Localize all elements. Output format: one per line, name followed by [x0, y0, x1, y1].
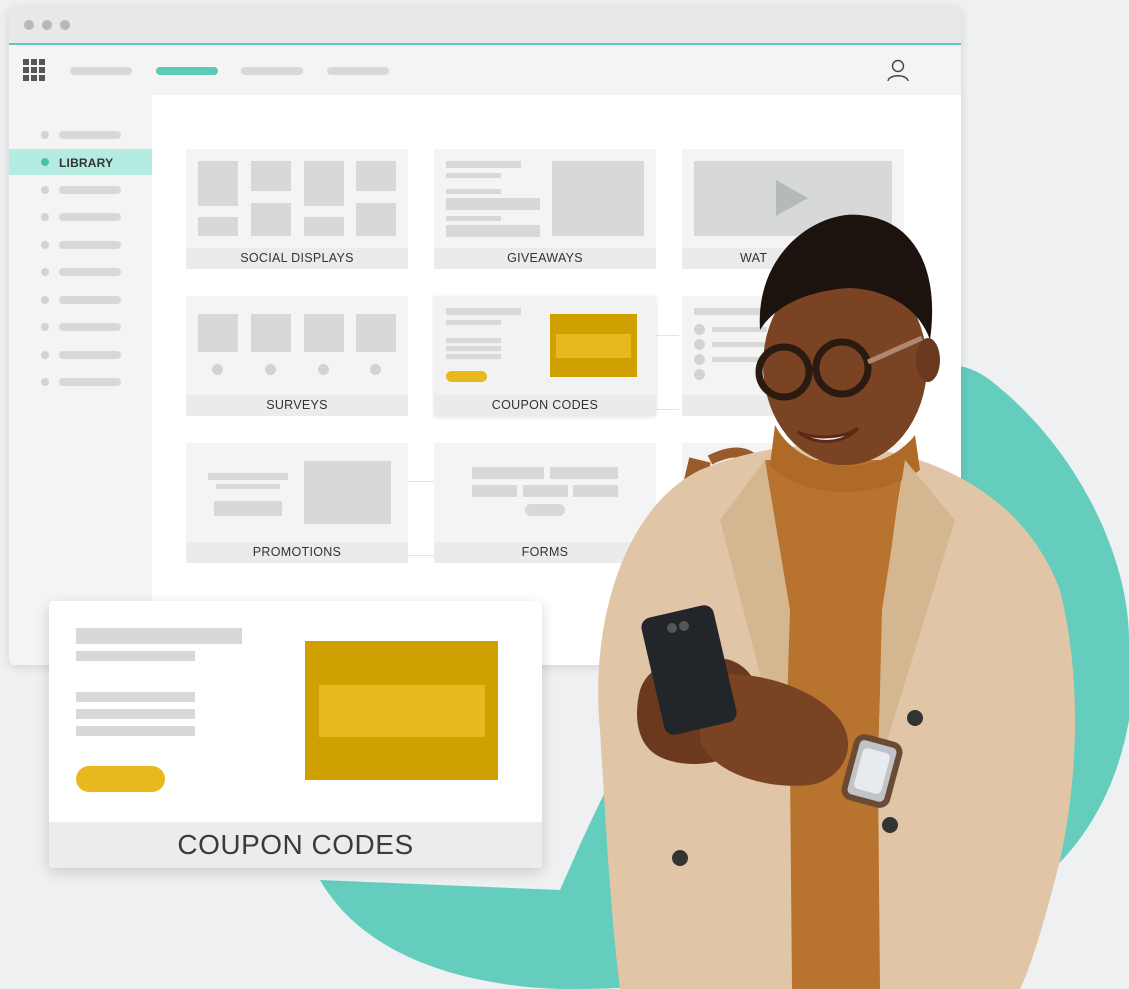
tile-surveys[interactable]: SURVEYS: [186, 296, 408, 416]
sidebar-item[interactable]: [9, 177, 152, 203]
sidebar-item[interactable]: [9, 259, 152, 285]
nav-item[interactable]: [70, 67, 132, 75]
window-dot: [24, 20, 34, 30]
sidebar-item-library[interactable]: LIBRARY: [9, 149, 152, 175]
sidebar-item-label: LIBRARY: [59, 156, 114, 170]
sidebar-item[interactable]: [9, 369, 152, 395]
tile-social-displays[interactable]: SOCIAL DISPLAYS: [186, 149, 408, 269]
nav-item[interactable]: [241, 67, 303, 75]
sidebar-item[interactable]: [9, 314, 152, 340]
sidebar: LIBRARY: [9, 95, 152, 665]
sidebar-item[interactable]: [9, 232, 152, 258]
nav-item-active[interactable]: [156, 67, 218, 75]
user-icon[interactable]: [885, 57, 911, 83]
tile-label: SOCIAL DISPLAYS: [186, 248, 408, 269]
person-photo: [598, 214, 1075, 989]
nav-item[interactable]: [327, 67, 389, 75]
tile-promotions[interactable]: PROMOTIONS: [186, 443, 408, 563]
coupon-card-label: COUPON CODES: [49, 822, 542, 868]
tile-label: PROMOTIONS: [186, 542, 408, 563]
sidebar-item[interactable]: [9, 342, 152, 368]
window-titlebar: [9, 7, 961, 45]
coupon-code-box: [319, 685, 485, 737]
window-dot: [42, 20, 52, 30]
top-navbar: [9, 45, 961, 95]
coupon-codes-card[interactable]: COUPON CODES: [49, 601, 542, 868]
grid-menu-icon[interactable]: [23, 59, 45, 81]
window-dot: [60, 20, 70, 30]
tile-label: SURVEYS: [186, 395, 408, 416]
coupon-button[interactable]: [76, 766, 165, 792]
sidebar-item[interactable]: [9, 287, 152, 313]
sidebar-item[interactable]: [9, 204, 152, 230]
sidebar-item[interactable]: [9, 122, 152, 148]
